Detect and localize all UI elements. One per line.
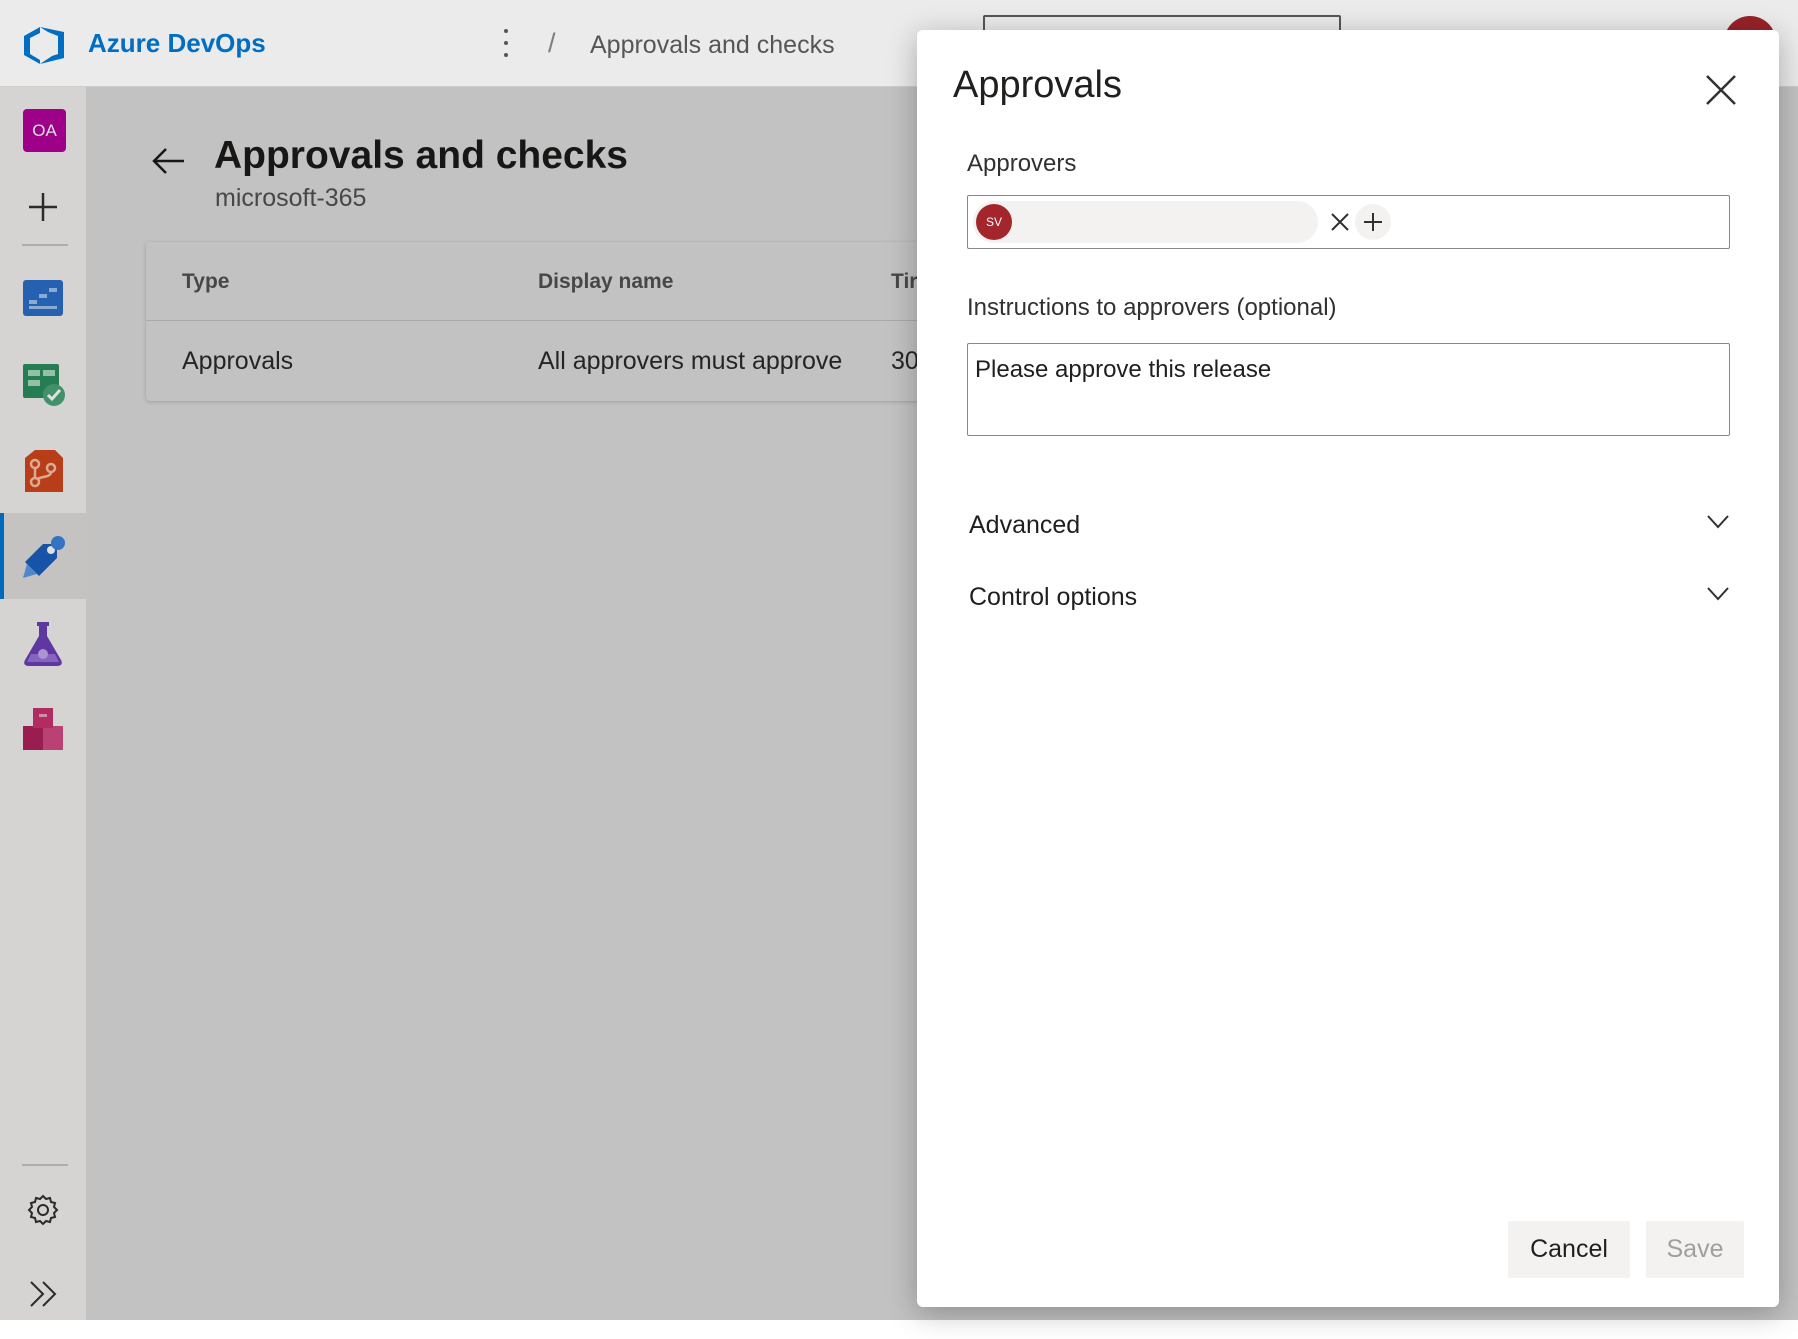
cancel-button[interactable]: Cancel (1508, 1221, 1630, 1278)
plus-icon (1364, 213, 1382, 231)
advanced-label: Advanced (969, 511, 1081, 539)
advanced-section-toggle[interactable]: Advanced (967, 499, 1730, 551)
control-options-section-toggle[interactable]: Control options (967, 571, 1730, 623)
add-approver-button[interactable] (1355, 204, 1391, 240)
control-options-label: Control options (969, 583, 1138, 611)
approver-chip[interactable]: SV (973, 201, 1318, 243)
overlay-rail (0, 87, 87, 1320)
remove-approver-icon[interactable] (1330, 212, 1350, 232)
approvers-picker[interactable]: SV (967, 195, 1730, 249)
approvals-panel: Approvals Approvers SV Instructions to a… (917, 30, 1779, 1307)
save-button[interactable]: Save (1646, 1221, 1744, 1278)
panel-title: Approvals (953, 64, 1122, 106)
close-icon[interactable] (1703, 72, 1739, 108)
approvers-label: Approvers (967, 150, 1077, 177)
instructions-input[interactable]: Please approve this release (967, 343, 1730, 436)
chevron-down-icon (1707, 587, 1729, 601)
approver-avatar: SV (976, 204, 1012, 240)
instructions-label: Instructions to approvers (optional) (967, 294, 1337, 321)
chevron-down-icon (1707, 515, 1729, 529)
